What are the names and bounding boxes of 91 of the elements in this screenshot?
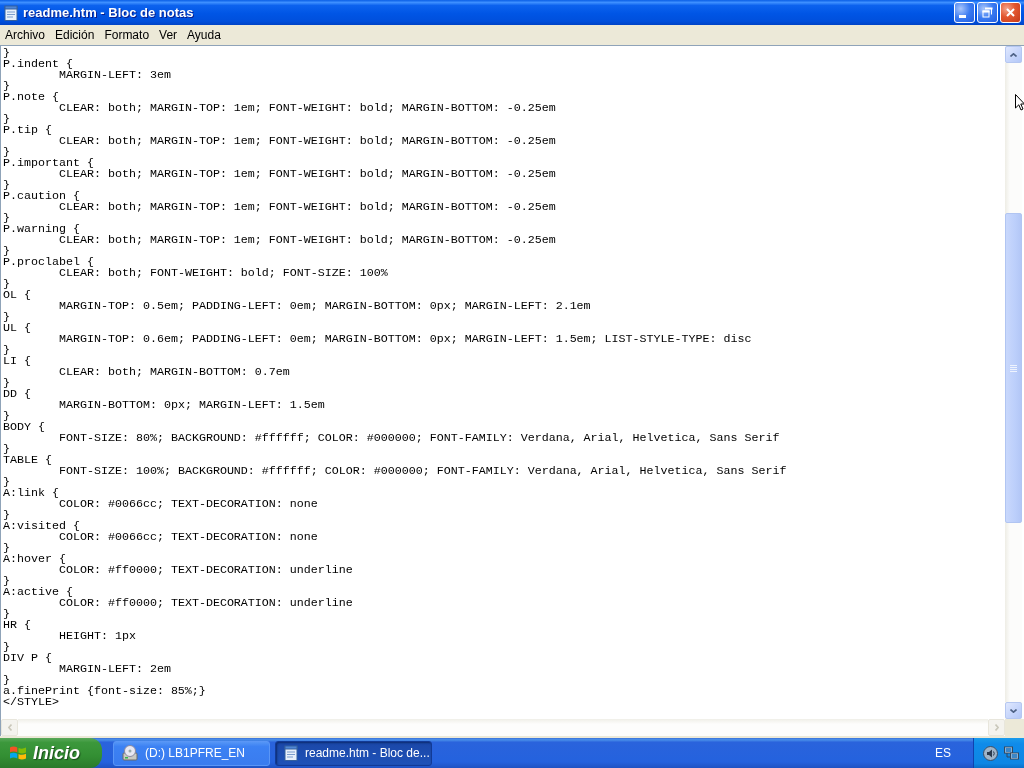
flag-icon — [9, 745, 27, 761]
code-line: CLEAR: both; MARGIN-TOP: 1em; FONT-WEIGHT: bold; MARGIN-BOTTOM: -0.25em — [59, 235, 556, 246]
menu-item[interactable]: Edición — [50, 27, 100, 43]
chevron-down-icon — [1010, 708, 1017, 713]
code-line: } — [3, 246, 10, 257]
code-line: P.important { — [3, 158, 94, 169]
code-line: CLEAR: both; MARGIN-TOP: 1em; FONT-WEIGHT: bold; MARGIN-BOTTOM: -0.25em — [59, 103, 556, 114]
menu-item[interactable]: Formato — [99, 27, 155, 43]
code-line: </STYLE> — [3, 697, 59, 708]
notepad-icon — [4, 4, 18, 21]
code-line: BODY { — [3, 422, 45, 433]
code-line: } — [3, 543, 10, 554]
code-line: CLEAR: both; MARGIN-BOTTOM: 0.7em — [59, 367, 290, 378]
code-line: } — [3, 642, 10, 653]
code-line: OL { — [3, 290, 31, 301]
code-line: COLOR: #0066cc; TEXT-DECORATION: none — [59, 532, 318, 543]
taskbar-button[interactable]: readme.htm - Bloc de... — [275, 740, 432, 766]
code-line: COLOR: #0066cc; TEXT-DECORATION: none — [59, 499, 318, 510]
language-indicator[interactable]: ES — [935, 746, 951, 760]
code-line: a.finePrint {font-size: 85%;} — [3, 686, 206, 697]
code-line: MARGIN-LEFT: 3em — [59, 70, 171, 81]
close-button[interactable] — [1000, 2, 1021, 23]
code-line: DIV P { — [3, 653, 52, 664]
code-line: } — [3, 180, 10, 191]
code-line: TABLE { — [3, 455, 52, 466]
code-line: P.warning { — [3, 224, 80, 235]
network-icon[interactable] — [1004, 745, 1019, 761]
code-line: } — [3, 576, 10, 587]
code-line: A:hover { — [3, 554, 66, 565]
code-line: CLEAR: both; MARGIN-TOP: 1em; FONT-WEIGHT: bold; MARGIN-BOTTOM: -0.25em — [59, 202, 556, 213]
chevron-up-icon — [1010, 52, 1017, 57]
code-line: } — [3, 477, 10, 488]
notepad-icon — [284, 745, 298, 761]
code-line: } — [3, 114, 10, 125]
code-line: FONT-SIZE: 100%; BACKGROUND: #ffffff; COLOR: #000000; FONT-FAMILY: Verdana, Arial, Helvetica, Sans Serif — [59, 466, 787, 477]
code-line: DD { — [3, 389, 31, 400]
taskbar-button[interactable]: (D:) LB1PFRE_EN — [113, 740, 270, 766]
code-line: P.indent { — [3, 59, 73, 70]
scroll-up-button[interactable] — [1005, 46, 1022, 63]
code-line: FONT-SIZE: 80%; BACKGROUND: #ffffff; COLOR: #000000; FONT-FAMILY: Verdana, Arial, Helvetica, Sans Serif — [59, 433, 780, 444]
code-line: } — [3, 147, 10, 158]
code-line: } — [3, 312, 10, 323]
restore-button[interactable] — [977, 2, 998, 23]
code-line: } — [3, 411, 10, 422]
code-line: MARGIN-BOTTOM: 0px; MARGIN-LEFT: 1.5em — [59, 400, 325, 411]
speaker-icon[interactable] — [983, 745, 998, 761]
code-line: } — [3, 345, 10, 356]
menu-item[interactable]: Ayuda — [182, 27, 226, 43]
chevron-right-icon — [994, 724, 999, 731]
code-line: P.note { — [3, 92, 59, 103]
code-line: HEIGHT: 1px — [59, 631, 136, 642]
scrollbar-thumb[interactable] — [1005, 213, 1022, 523]
minimize-button[interactable] — [954, 2, 975, 23]
code-line: MARGIN-TOP: 0.5em; PADDING-LEFT: 0em; MARGIN-BOTTOM: 0px; MARGIN-LEFT: 2.1em — [59, 301, 591, 312]
window-title: readme.htm - Bloc de notas — [23, 5, 194, 20]
close-icon — [1006, 8, 1015, 17]
menu-item[interactable]: Ver — [154, 27, 183, 43]
code-line: P.caution { — [3, 191, 80, 202]
code-line: P.proclabel { — [3, 257, 94, 268]
code-line: CLEAR: both; MARGIN-TOP: 1em; FONT-WEIGHT: bold; MARGIN-BOTTOM: -0.25em — [59, 136, 556, 147]
code-line: P.tip { — [3, 125, 52, 136]
code-line: A:link { — [3, 488, 59, 499]
code-line: COLOR: #ff0000; TEXT-DECORATION: underline — [59, 598, 353, 609]
code-line: } — [3, 378, 10, 389]
code-line: } — [3, 213, 10, 224]
code-line: LI { — [3, 356, 31, 367]
code-line: A:visited { — [3, 521, 80, 532]
start-button[interactable]: Inicio — [0, 738, 102, 768]
code-line: CLEAR: both; FONT-WEIGHT: bold; FONT-SIZE: 100% — [59, 268, 388, 279]
restore-icon — [982, 7, 993, 18]
code-line: CLEAR: both; MARGIN-TOP: 1em; FONT-WEIGHT: bold; MARGIN-BOTTOM: -0.25em — [59, 169, 556, 180]
scrollbar-corner — [1005, 719, 1024, 736]
minimize-icon — [959, 15, 966, 18]
code-line: } — [3, 48, 10, 59]
code-line: } — [3, 81, 10, 92]
code-line: } — [3, 510, 10, 521]
scroll-down-button[interactable] — [1005, 702, 1022, 719]
code-line: MARGIN-LEFT: 2em — [59, 664, 171, 675]
code-line: } — [3, 609, 10, 620]
chevron-left-icon — [7, 724, 12, 731]
grip-icon — [1010, 364, 1017, 372]
code-line: UL { — [3, 323, 31, 334]
code-line: A:active { — [3, 587, 73, 598]
code-line: } — [3, 444, 10, 455]
code-line: MARGIN-TOP: 0.6em; PADDING-LEFT: 0em; MARGIN-BOTTOM: 0px; MARGIN-LEFT: 1.5em; LIST-STYLE-TYPE: disc — [59, 334, 752, 345]
code-line: } — [3, 279, 10, 290]
code-line: HR { — [3, 620, 31, 631]
menu-item[interactable]: Archivo — [0, 27, 50, 43]
drive-icon — [122, 745, 138, 761]
code-line: COLOR: #ff0000; TEXT-DECORATION: underline — [59, 565, 353, 576]
code-line: } — [3, 675, 10, 686]
